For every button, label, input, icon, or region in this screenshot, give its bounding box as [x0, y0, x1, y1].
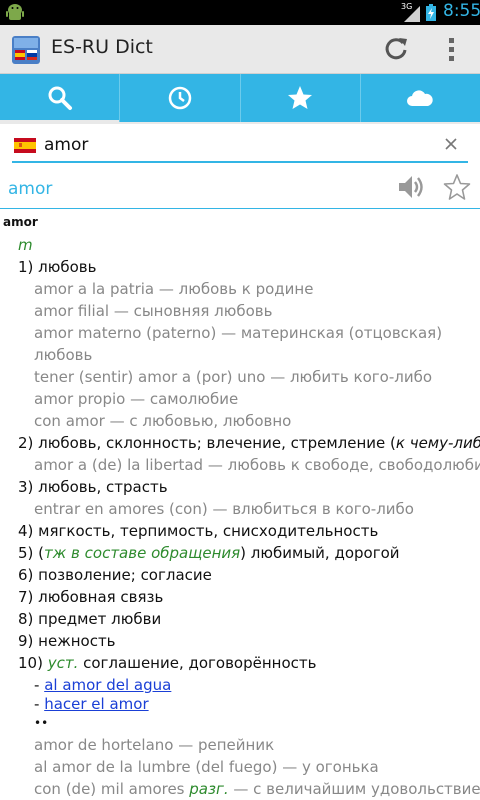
sense-1: 1) любовь — [18, 258, 97, 276]
example-part: — с величайшим удовольствием, — [228, 780, 480, 798]
example: entrar en amores (con) — влюбиться в ког… — [34, 500, 414, 518]
refresh-icon[interactable] — [381, 34, 411, 64]
link-al-amor-del-agua[interactable]: al amor del agua — [44, 676, 171, 694]
part-of-speech: m — [18, 236, 33, 254]
battery-icon — [426, 4, 436, 21]
sense-7: 7) любовная связь — [18, 588, 164, 606]
sense-3: 3) любовь, страсть — [18, 478, 168, 496]
link-prefix: - — [34, 695, 45, 713]
example: con amor — с любовью, любовно — [34, 412, 292, 430]
headword-row: amor — [0, 168, 480, 209]
cloud-icon — [407, 90, 434, 106]
sense-10-gram: уст. — [47, 654, 79, 672]
sense-2-text: 2) любовь, склонность; влечение, стремле… — [18, 434, 396, 452]
status-clock: 8:55 — [443, 1, 480, 21]
example-gram: разг. — [189, 780, 229, 798]
app-title: ES-RU Dict — [51, 36, 153, 58]
dictionary-article: amor m 1) любовь amor a la patria — любо… — [0, 212, 480, 800]
article-headword: amor — [3, 215, 38, 229]
favorites-star-icon — [288, 86, 313, 109]
example: amor a la patria — любовь к родине — [34, 280, 314, 298]
search-icon — [48, 86, 72, 110]
sense-2: 2) любовь, склонность; влечение, стремле… — [18, 432, 480, 454]
link-hacer-el-amor[interactable]: hacer el amor — [44, 695, 148, 713]
tab-history[interactable] — [120, 74, 241, 122]
example: amor filial — сыновняя любовь — [34, 302, 273, 320]
sense-5-gram: тж в составе обращения — [44, 544, 241, 562]
example: amor a (de) la libertad — любовь к свобо… — [34, 456, 480, 474]
sense-10: 10) уст. соглашение, договорённость — [18, 652, 316, 674]
overflow-menu-icon[interactable] — [445, 37, 459, 63]
close-icon[interactable] — [444, 137, 458, 151]
idioms-marker: •• — [34, 716, 49, 730]
signal-icon — [404, 6, 420, 22]
sense-10-num: 10) — [18, 654, 48, 672]
android-icon — [6, 4, 24, 20]
sense-2-note: к чему-либо — [395, 434, 480, 452]
example: al amor de la lumbre (del fuego) — у ого… — [34, 758, 379, 776]
headword-title: amor — [8, 179, 53, 199]
app-flags-icon[interactable] — [12, 36, 40, 64]
example: con (de) mil amores разг. — с величайшим… — [34, 778, 480, 800]
status-bar: 3G 8:55 — [0, 0, 480, 25]
spain-flag-icon[interactable] — [14, 138, 36, 153]
sense-5-rest: ) любимый, дорогой — [240, 544, 400, 562]
example: amor materno (paterno) — материнская (от… — [34, 324, 443, 364]
example: tener (sentir) amor a (por) uno — любить… — [34, 368, 432, 386]
tab-cloud[interactable] — [361, 74, 480, 122]
sense-10-rest: соглашение, договорённость — [78, 654, 317, 672]
list-item: - hacer el amor — [34, 693, 149, 715]
sense-4: 4) мягкость, терпимость, снисходительнос… — [18, 522, 379, 540]
tab-search[interactable] — [0, 74, 121, 124]
sense-5: 5) (тж в составе обращения) любимый, дор… — [18, 542, 400, 564]
tab-underline — [0, 122, 480, 124]
tab-bar — [0, 74, 480, 124]
star-outline-icon[interactable] — [443, 173, 471, 201]
sense-6: 6) позволение; согласие — [18, 566, 212, 584]
example-part: con (de) mil amores — [34, 780, 190, 798]
search-box — [12, 129, 468, 163]
example: amor propio — самолюбие — [34, 390, 239, 408]
example: amor de hortelano — репейник — [34, 736, 275, 754]
sense-5-open: 5) ( — [18, 544, 45, 562]
action-bar: ES-RU Dict — [0, 25, 480, 74]
sense-8: 8) предмет любви — [18, 610, 162, 628]
link-prefix: - — [34, 676, 45, 694]
sense-9: 9) нежность — [18, 632, 116, 650]
tab-favorites[interactable] — [241, 74, 361, 122]
history-clock-icon — [168, 86, 192, 110]
search-input[interactable] — [44, 132, 434, 158]
speaker-icon[interactable] — [396, 172, 426, 202]
